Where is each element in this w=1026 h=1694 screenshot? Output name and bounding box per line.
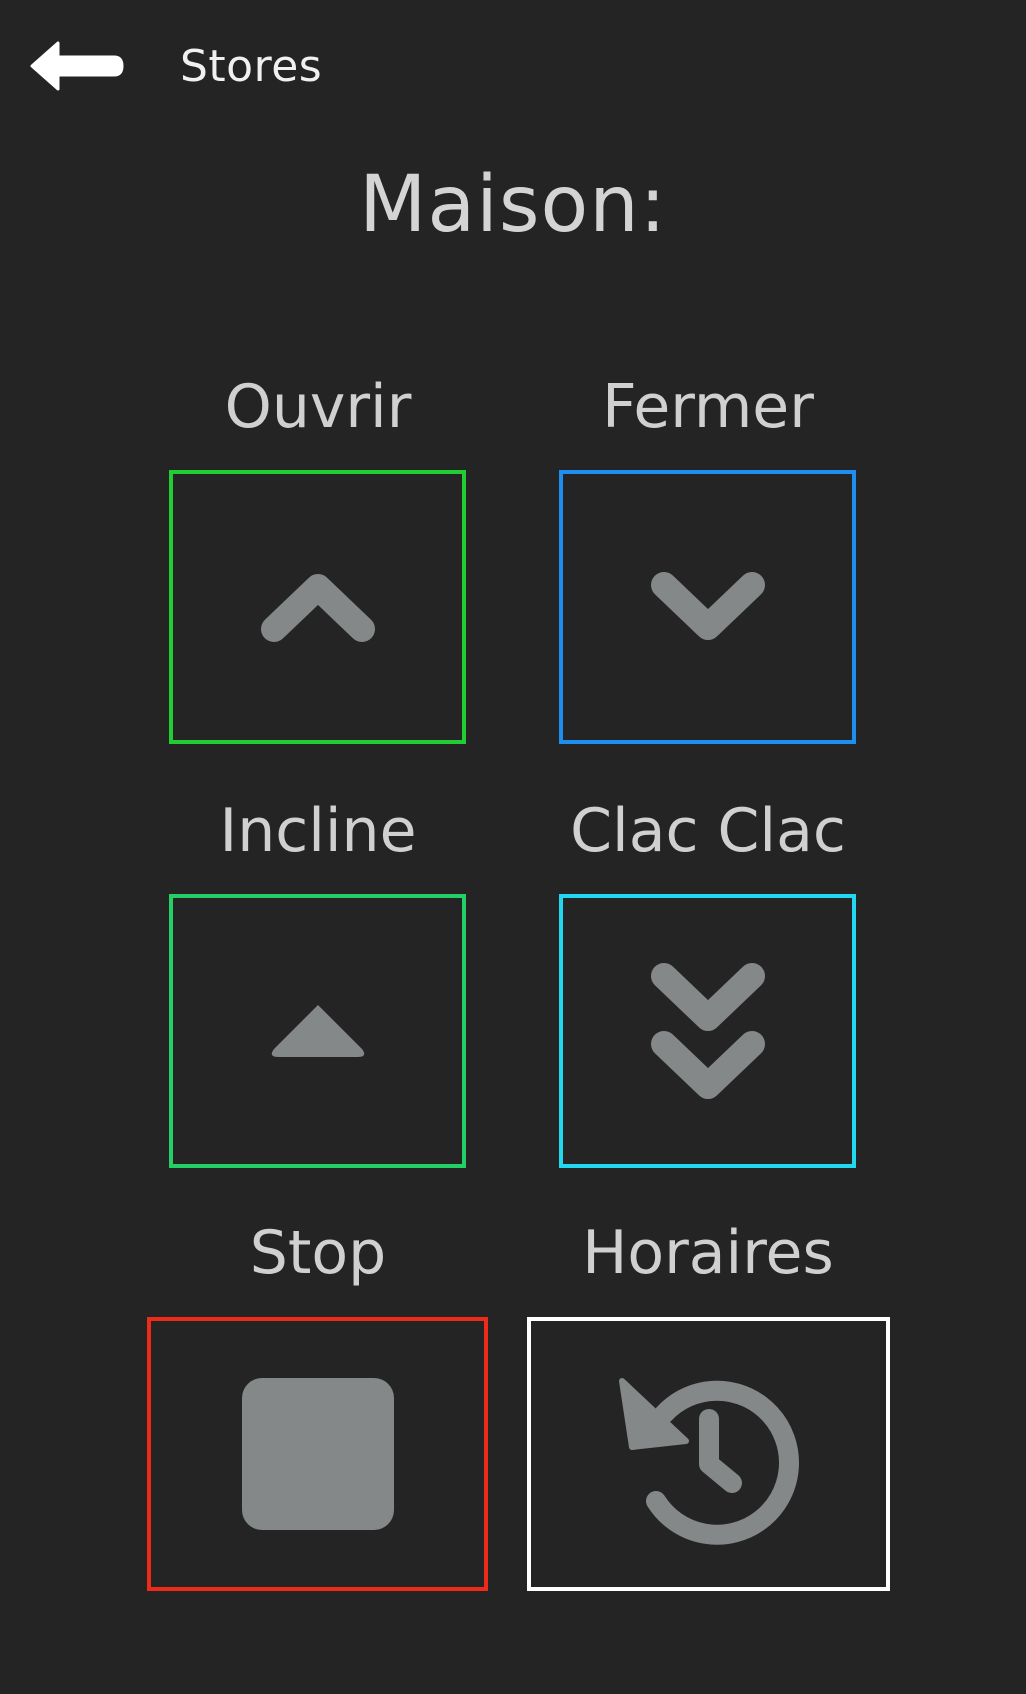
incline-label: Incline [219, 796, 417, 866]
horaires-button[interactable] [527, 1317, 890, 1591]
clac-clac-label: Clac Clac [570, 796, 846, 866]
app-bar-title: Stores [180, 40, 323, 92]
page-title: Maison: [359, 160, 667, 250]
back-button[interactable] [30, 36, 124, 96]
double-chevron-down-icon [650, 963, 765, 1099]
ouvrir-button[interactable] [169, 470, 466, 744]
stop-square-icon [241, 1378, 394, 1530]
horaires-label: Horaires [582, 1218, 834, 1288]
stop-label: Stop [249, 1218, 387, 1288]
fermer-label: Fermer [602, 372, 814, 442]
ouvrir-label: Ouvrir [224, 372, 412, 442]
chevron-up-icon [260, 574, 375, 642]
stop-button[interactable] [147, 1317, 488, 1591]
chevron-down-icon [650, 572, 765, 640]
history-clock-icon [618, 1378, 799, 1545]
triangle-up-icon [271, 1005, 364, 1057]
incline-button[interactable] [169, 894, 466, 1168]
fermer-button[interactable] [559, 470, 856, 744]
top-bar: Stores [30, 36, 322, 96]
arrow-left-icon [30, 41, 124, 91]
clac-clac-button[interactable] [559, 894, 856, 1168]
